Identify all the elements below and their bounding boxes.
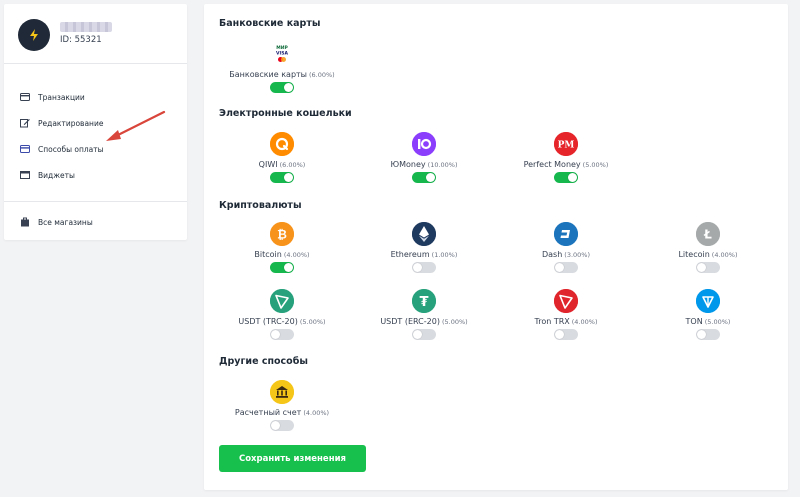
store-icon	[21, 217, 29, 227]
svg-text:₿: ₿	[277, 228, 287, 242]
section-title-ewallets: Электронные кошельки	[219, 108, 352, 119]
lightning-icon	[30, 29, 38, 41]
method-label: ЮMoney (10.00%)	[390, 160, 458, 169]
method-usdt-trc20: USDT (TRC-20) (5.00%)	[217, 289, 347, 340]
method-label: QIWI (6.00%)	[258, 160, 306, 169]
sidebar-nav: Транзакции Редактирование Способы оплаты…	[4, 64, 187, 202]
toggle-qiwi[interactable]	[270, 172, 294, 183]
method-tron: Tron TRX (4.00%)	[501, 289, 631, 340]
tron-icon	[554, 289, 578, 313]
method-label: USDT (TRC-20) (5.00%)	[238, 317, 326, 326]
toggle-usdt-erc20[interactable]	[412, 329, 436, 340]
svg-text:Ł: Ł	[703, 228, 712, 242]
sidebar-item-payment-methods[interactable]: Способы оплаты	[4, 136, 187, 162]
dash-icon	[554, 222, 578, 246]
method-litecoin: Ł Litecoin (4.00%)	[643, 222, 773, 273]
yoomoney-icon	[412, 132, 436, 156]
toggle-bank-cards[interactable]	[270, 82, 294, 93]
toggle-perfect-money[interactable]	[554, 172, 578, 183]
svg-text:МИР: МИР	[276, 45, 288, 51]
method-bitcoin: ₿ Bitcoin (4.00%)	[217, 222, 347, 273]
litecoin-icon: Ł	[696, 222, 720, 246]
sidebar-item-label: Способы оплаты	[38, 144, 104, 154]
svg-text:₮: ₮	[419, 295, 428, 310]
method-ton: TON (5.00%)	[643, 289, 773, 340]
toggle-tron[interactable]	[554, 329, 578, 340]
avatar[interactable]	[18, 19, 50, 51]
perfect-money-icon: PM	[554, 132, 578, 156]
method-yoomoney: ЮMoney (10.00%)	[359, 132, 489, 183]
method-bank-account: Расчетный счет (4.00%)	[217, 380, 347, 431]
sidebar-item-edit[interactable]: Редактирование	[4, 110, 187, 136]
toggle-usdt-trc20[interactable]	[270, 329, 294, 340]
sidebar-item-all-stores[interactable]: Все магазины	[4, 202, 187, 242]
sidebar-item-label: Все магазины	[38, 217, 93, 227]
method-label: Perfect Money (5.00%)	[523, 160, 609, 169]
toggle-dash[interactable]	[554, 262, 578, 273]
sidebar-item-widgets[interactable]: Виджеты	[4, 162, 187, 188]
method-label: Ethereum (1.00%)	[390, 250, 458, 259]
method-label: Bitcoin (4.00%)	[254, 250, 310, 259]
method-qiwi: QIWI (6.00%)	[217, 132, 347, 183]
method-label: USDT (ERC-20) (5.00%)	[380, 317, 468, 326]
transactions-icon	[20, 92, 30, 102]
method-label: Dash (3.00%)	[541, 250, 591, 259]
method-ethereum: Ethereum (1.00%)	[359, 222, 489, 273]
sidebar-item-label: Редактирование	[38, 118, 104, 128]
ton-icon	[696, 289, 720, 313]
sidebar-item-label: Транзакции	[38, 92, 85, 102]
section-title-crypto: Криптовалюты	[219, 200, 302, 211]
bitcoin-icon: ₿	[270, 222, 294, 246]
method-dash: Dash (3.00%)	[501, 222, 631, 273]
edit-icon	[20, 118, 30, 128]
method-usdt-erc20: ₮ USDT (ERC-20) (5.00%)	[359, 289, 489, 340]
toggle-bank-account[interactable]	[270, 420, 294, 431]
widget-icon	[20, 170, 30, 180]
svg-text:VISA: VISA	[276, 51, 288, 57]
bank-account-icon	[270, 380, 294, 404]
payment-methods-panel: Банковские карты МИР VISA Банковские кар…	[204, 4, 788, 490]
method-label: Tron TRX (4.00%)	[534, 317, 598, 326]
user-id: ID: 55321	[60, 35, 102, 45]
toggle-ethereum[interactable]	[412, 262, 436, 273]
save-changes-button[interactable]: Сохранить изменения	[219, 445, 366, 472]
toggle-bitcoin[interactable]	[270, 262, 294, 273]
toggle-ton[interactable]	[696, 329, 720, 340]
sidebar: ID: 55321 Транзакции Редактирование Спос…	[4, 4, 187, 240]
method-perfect-money: PM Perfect Money (5.00%)	[501, 132, 631, 183]
section-title-other: Другие способы	[219, 356, 308, 367]
bank-cards-icon: МИР VISA	[270, 42, 294, 66]
method-label: TON (5.00%)	[685, 317, 731, 326]
sidebar-item-transactions[interactable]: Транзакции	[4, 84, 187, 110]
sidebar-item-label: Виджеты	[38, 170, 75, 180]
card-icon	[20, 144, 30, 154]
toggle-litecoin[interactable]	[696, 262, 720, 273]
method-label: Litecoin (4.00%)	[678, 250, 738, 259]
method-label: Расчетный счет (4.00%)	[234, 408, 330, 417]
usdt-trc20-icon	[270, 289, 294, 313]
section-title-bank-cards: Банковские карты	[219, 18, 321, 29]
toggle-yoomoney[interactable]	[412, 172, 436, 183]
ethereum-icon	[412, 222, 436, 246]
method-bank-cards: МИР VISA Банковские карты (6.00%)	[217, 42, 347, 93]
svg-text:PM: PM	[558, 141, 575, 151]
blurred-username	[60, 22, 112, 32]
method-label: Банковские карты (6.00%)	[229, 70, 335, 79]
profile-block: ID: 55321	[4, 4, 187, 64]
qiwi-icon	[270, 132, 294, 156]
usdt-erc20-icon: ₮	[412, 289, 436, 313]
